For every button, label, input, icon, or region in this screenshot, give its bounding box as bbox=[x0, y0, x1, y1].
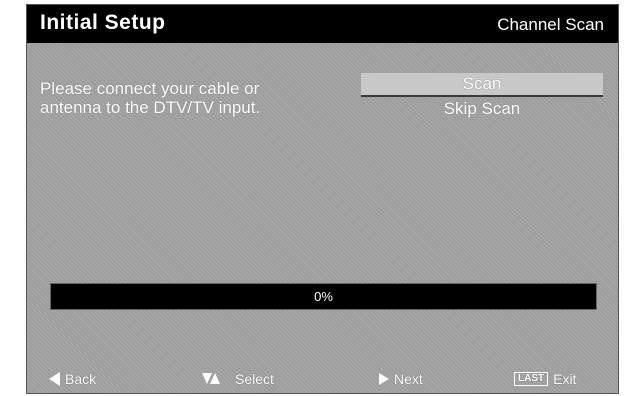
instruction-line-2: antenna to the DTV/TV input. bbox=[40, 98, 261, 117]
setup-screen: Initial Setup Channel Scan Please connec… bbox=[26, 4, 619, 394]
exit-label: Exit bbox=[553, 371, 577, 387]
scan-button[interactable]: Scan bbox=[361, 73, 603, 97]
progress-label: 0% bbox=[314, 289, 333, 304]
up-down-arrows-icon bbox=[202, 372, 220, 386]
left-arrow-icon bbox=[49, 372, 60, 386]
back-hint[interactable]: Back bbox=[49, 371, 96, 387]
skip-scan-button[interactable]: Skip Scan bbox=[361, 97, 603, 121]
next-hint[interactable]: Next bbox=[379, 371, 423, 387]
last-key-icon: LAST bbox=[514, 372, 549, 386]
select-hint[interactable]: Select bbox=[202, 371, 274, 387]
scan-progress-bar: 0% bbox=[50, 283, 597, 310]
title-bar: Initial Setup Channel Scan bbox=[27, 5, 618, 43]
page-subtitle: Channel Scan bbox=[497, 15, 604, 34]
select-label: Select bbox=[235, 371, 274, 387]
next-label: Next bbox=[394, 371, 423, 387]
page-title: Initial Setup bbox=[40, 11, 166, 34]
exit-hint[interactable]: LAST Exit bbox=[514, 371, 576, 387]
right-arrow-icon bbox=[379, 373, 389, 385]
instruction-line-1: Please connect your cable or bbox=[40, 79, 260, 98]
scan-menu: Scan Skip Scan bbox=[361, 73, 603, 121]
footer-hints: Back Select Next LAST Exit bbox=[27, 369, 618, 389]
back-label: Back bbox=[65, 371, 97, 387]
instruction-message: Please connect your cable or antenna to … bbox=[40, 79, 340, 117]
